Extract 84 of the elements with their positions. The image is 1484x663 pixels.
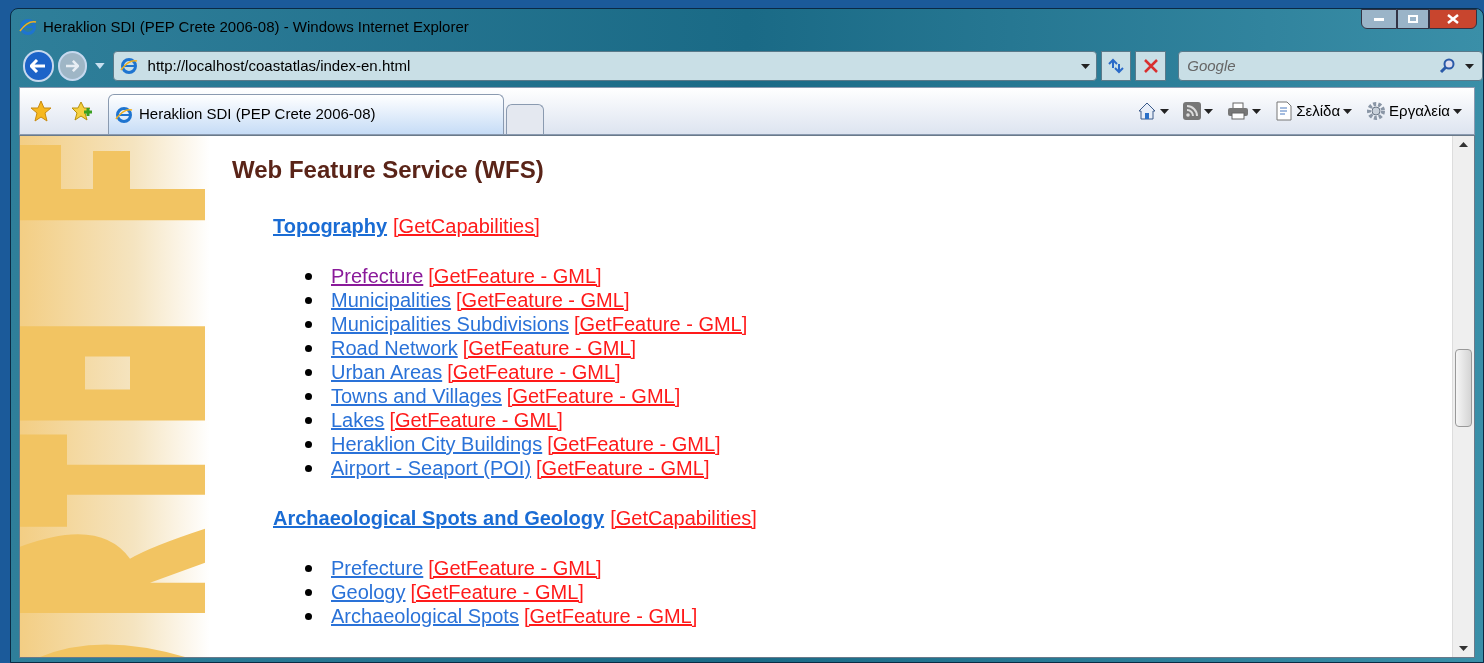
browser-logo-icon bbox=[19, 18, 37, 36]
bullet-icon bbox=[305, 440, 312, 448]
search-icon[interactable] bbox=[1439, 58, 1455, 74]
getfeature-link[interactable]: [GetFeature - GML] bbox=[573, 312, 748, 336]
url-text: http://localhost/coastatlas/index-en.html bbox=[147, 55, 412, 76]
forward-button[interactable] bbox=[57, 51, 87, 81]
layer-link[interactable]: Lakes bbox=[331, 408, 385, 432]
layer-link[interactable]: Prefecture bbox=[331, 264, 424, 288]
address-field[interactable]: http://localhost/coastatlas/index-en.html bbox=[112, 51, 1097, 81]
page-icon bbox=[119, 57, 138, 75]
search-field[interactable]: Google bbox=[1187, 54, 1429, 78]
layer-link[interactable]: Road Network bbox=[331, 336, 458, 360]
bullet-icon bbox=[305, 368, 312, 376]
command-label[interactable]: Σελίδα bbox=[1296, 99, 1341, 123]
getfeature-link[interactable]: [GetFeature - GML] bbox=[547, 432, 721, 456]
scrollbar-thumb[interactable] bbox=[1455, 349, 1472, 427]
bullet-icon bbox=[305, 320, 312, 328]
gear-icon bbox=[1366, 101, 1387, 121]
forward-arrow-icon bbox=[65, 60, 80, 72]
capabilities-link[interactable]: [GetCapabilities] bbox=[610, 506, 757, 530]
close-icon bbox=[1143, 59, 1158, 73]
section-link[interactable]: Archaeological Spots and Geology bbox=[273, 506, 605, 530]
layer-link[interactable]: Heraklion City Buildings bbox=[331, 432, 543, 456]
bullet-icon bbox=[305, 296, 312, 304]
layer-link[interactable]: Airport - Seaport (POI) bbox=[331, 456, 532, 480]
bullet-icon bbox=[305, 416, 312, 424]
getfeature-link[interactable]: [GetFeature - GML] bbox=[462, 336, 637, 360]
getfeature-link[interactable]: [GetFeature - GML] bbox=[447, 360, 621, 384]
getfeature-link[interactable]: [GetFeature - GML] bbox=[523, 604, 698, 628]
dropdown-arrow-icon[interactable] bbox=[1465, 63, 1474, 69]
getfeature-link[interactable]: [GetFeature - GML] bbox=[536, 456, 710, 480]
layer-link[interactable]: Prefecture bbox=[331, 556, 424, 580]
getfeature-link[interactable]: [GetFeature - GML] bbox=[428, 556, 602, 580]
bullet-icon bbox=[305, 272, 312, 280]
command-label[interactable]: Εργαλεία bbox=[1389, 99, 1450, 123]
refresh-icon bbox=[1106, 58, 1125, 74]
add-favorite-icon[interactable] bbox=[70, 100, 92, 122]
dropdown-arrow-icon[interactable] bbox=[1343, 108, 1353, 114]
bullet-icon bbox=[305, 464, 312, 472]
getfeature-link[interactable]: [GetFeature - GML] bbox=[428, 264, 602, 288]
history-dropdown-icon[interactable] bbox=[94, 63, 105, 69]
dropdown-arrow-icon[interactable] bbox=[1252, 108, 1262, 114]
bullet-icon bbox=[305, 588, 312, 596]
vertical-scrollbar[interactable] bbox=[1452, 136, 1474, 657]
dropdown-arrow-icon[interactable] bbox=[1160, 108, 1170, 114]
getfeature-link[interactable]: [GetFeature - GML] bbox=[410, 580, 584, 604]
layer-link[interactable]: Municipalities Subdivisions bbox=[331, 312, 569, 336]
page-icon bbox=[1275, 101, 1294, 121]
getfeature-link[interactable]: [GetFeature - GML] bbox=[456, 288, 630, 312]
scroll-up-icon[interactable] bbox=[1459, 142, 1468, 147]
getfeature-link[interactable]: [GetFeature - GML] bbox=[389, 408, 563, 432]
layer-link[interactable]: Municipalities bbox=[331, 288, 452, 312]
capabilities-link[interactable]: [GetCapabilities] bbox=[393, 214, 540, 238]
getfeature-link[interactable]: [GetFeature - GML] bbox=[506, 384, 681, 408]
page-heading: Web Feature Service (WFS) bbox=[232, 158, 545, 182]
dropdown-arrow-icon[interactable] bbox=[1080, 63, 1090, 69]
tab-page-icon bbox=[115, 105, 133, 124]
feed-icon[interactable] bbox=[1183, 102, 1202, 120]
dropdown-arrow-icon[interactable] bbox=[1204, 108, 1214, 114]
minimize-button[interactable] bbox=[1361, 9, 1397, 29]
home-icon[interactable] bbox=[1137, 101, 1158, 121]
close-icon bbox=[1447, 14, 1459, 24]
favorites-star-icon[interactable] bbox=[30, 100, 52, 122]
bullet-icon bbox=[305, 392, 312, 400]
browser-tab[interactable]: Heraklion SDI (PEP Crete 2006-08) bbox=[108, 94, 504, 134]
close-button[interactable] bbox=[1429, 9, 1477, 29]
section-link[interactable]: Topography bbox=[273, 214, 388, 238]
bullet-icon bbox=[305, 564, 312, 572]
layer-link[interactable]: Geology bbox=[331, 580, 406, 604]
back-button[interactable] bbox=[23, 50, 54, 82]
refresh-button[interactable] bbox=[1100, 51, 1132, 81]
layer-link[interactable]: Towns and Villages bbox=[331, 384, 502, 408]
search-bar[interactable]: Google bbox=[1178, 51, 1483, 81]
layer-link[interactable]: Archaeological Spots bbox=[331, 604, 519, 628]
printer-icon[interactable] bbox=[1227, 102, 1250, 120]
layer-link[interactable]: Urban Areas bbox=[331, 360, 443, 384]
stop-button[interactable] bbox=[1135, 51, 1167, 81]
dropdown-arrow-icon[interactable] bbox=[1453, 108, 1462, 114]
bullet-icon bbox=[305, 612, 312, 620]
back-arrow-icon bbox=[30, 59, 47, 73]
scroll-down-icon[interactable] bbox=[1459, 646, 1468, 651]
maximize-button[interactable] bbox=[1397, 9, 1429, 29]
bullet-icon bbox=[305, 344, 312, 352]
window-title: Heraklion SDI (PEP Crete 2006-08) - Windows Internet Explorer bbox=[43, 16, 469, 37]
